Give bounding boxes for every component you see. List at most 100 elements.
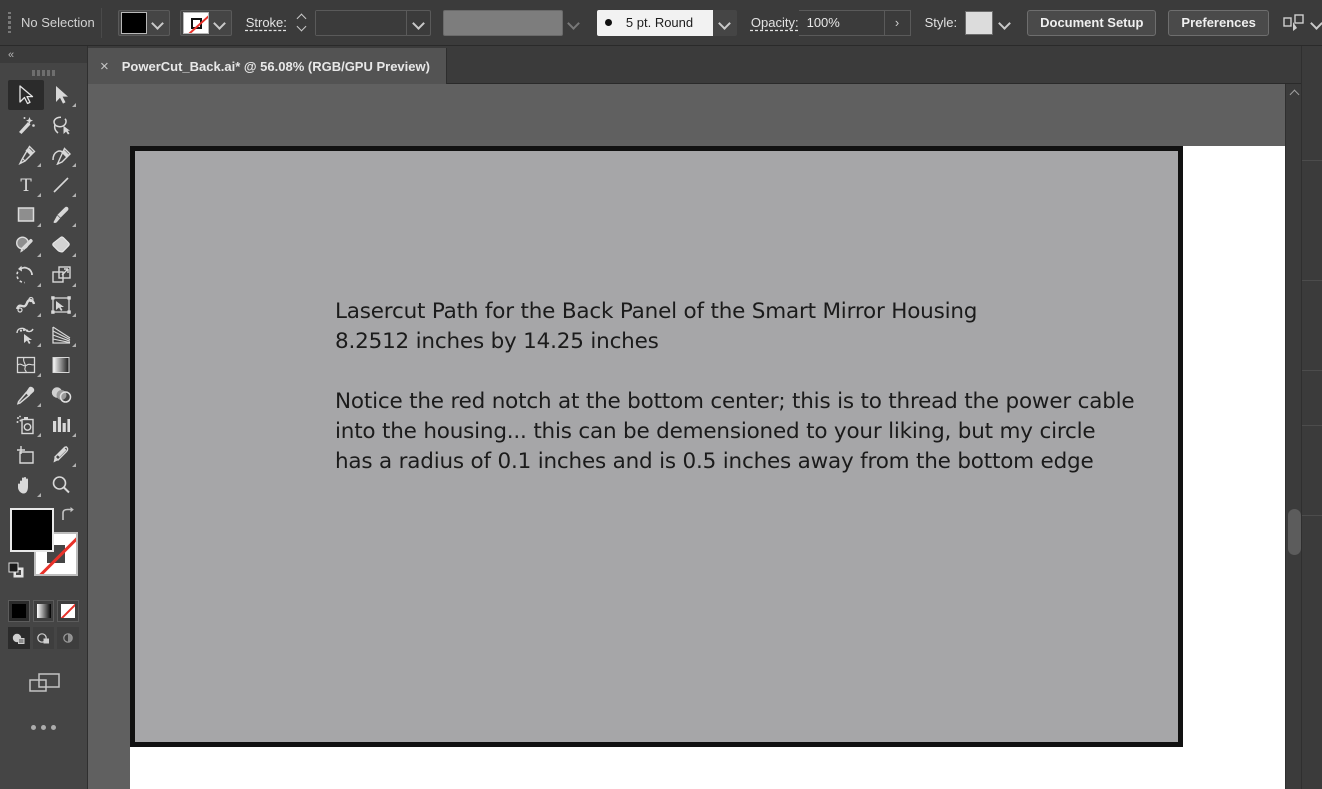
selection-arrow-icon — [19, 85, 33, 105]
dock-section[interactable] — [1302, 426, 1322, 516]
pen-tool[interactable] — [8, 140, 44, 170]
hand-tool[interactable] — [8, 470, 44, 500]
artwork-heading-text[interactable]: Lasercut Path for the Back Panel of the … — [335, 297, 977, 357]
brush-definition-combo[interactable]: 5 pt. Round — [596, 9, 737, 36]
none-mode-button[interactable] — [57, 600, 80, 622]
stroke-dropdown-button[interactable] — [209, 10, 231, 36]
opacity-input[interactable]: 100% — [798, 9, 885, 36]
edit-toolbar-button[interactable] — [8, 725, 79, 730]
control-bar-grip[interactable] — [3, 11, 15, 34]
red-notch-path[interactable] — [635, 785, 663, 789]
artboard[interactable]: Lasercut Path for the Back Panel of the … — [130, 146, 1183, 747]
stroke-profile-combo[interactable] — [442, 9, 563, 36]
eyedropper-tool[interactable] — [8, 380, 44, 410]
preferences-button[interactable]: Preferences — [1168, 9, 1269, 36]
tools-panel-grip[interactable] — [8, 66, 79, 80]
paintbrush-tool[interactable] — [44, 200, 80, 230]
artboard-tool[interactable] — [8, 440, 44, 470]
brush-preview[interactable]: 5 pt. Round — [596, 9, 713, 36]
gradient-tool[interactable] — [44, 350, 80, 380]
scroll-up-arrow[interactable] — [1286, 84, 1302, 100]
dock-section[interactable] — [1302, 371, 1322, 426]
scale-tool[interactable] — [44, 260, 80, 290]
stroke-inner-square-icon — [190, 17, 202, 29]
swap-fill-stroke-icon[interactable] — [59, 506, 77, 524]
width-tool[interactable] — [8, 290, 44, 320]
chevron-down-icon — [153, 18, 162, 27]
gradient-swatch-icon — [36, 604, 51, 618]
mesh-icon — [16, 356, 35, 374]
curvature-pen-icon — [52, 147, 71, 165]
align-objects-control[interactable] — [1283, 13, 1321, 32]
blend-tool[interactable] — [44, 380, 80, 410]
symbol-sprayer-tool[interactable] — [8, 410, 44, 440]
brush-dropdown-button[interactable] — [712, 9, 737, 36]
stepper-down-icon[interactable] — [297, 25, 306, 30]
dock-section[interactable] — [1302, 46, 1322, 161]
hand-icon — [17, 477, 28, 494]
canvas-area[interactable]: Lasercut Path for the Back Panel of the … — [88, 84, 1285, 789]
free-transform-tool[interactable] — [44, 290, 80, 320]
stroke-label[interactable]: Stroke: — [246, 15, 287, 30]
artwork-body-text[interactable]: Notice the red notch at the bottom cente… — [335, 387, 1135, 477]
default-fill-stroke-icon[interactable] — [8, 562, 26, 580]
perspective-grid-tool[interactable] — [44, 320, 80, 350]
fill-dropdown-button[interactable] — [147, 10, 169, 36]
column-graph-tool[interactable] — [44, 410, 80, 440]
eraser-tool[interactable] — [44, 230, 80, 260]
draw-inside-button[interactable] — [57, 627, 80, 649]
gradient-mode-button[interactable] — [32, 600, 55, 622]
stroke-profile-dropdown-button[interactable] — [563, 10, 585, 36]
selection-tool[interactable] — [8, 80, 44, 110]
rotate-icon — [16, 265, 34, 284]
stroke-weight-input[interactable] — [315, 10, 406, 35]
chevron-down-icon[interactable] — [1312, 18, 1321, 27]
type-tool[interactable]: T — [8, 170, 44, 200]
slice-tool[interactable] — [44, 440, 80, 470]
opacity-expand-button[interactable]: › — [884, 9, 911, 36]
document-setup-button[interactable]: Document Setup — [1027, 9, 1157, 36]
magic-wand-icon — [18, 117, 35, 134]
stroke-swatch[interactable] — [182, 11, 209, 34]
dock-section[interactable] — [1302, 281, 1322, 371]
shape-builder-icon — [16, 327, 34, 344]
draw-behind-button[interactable] — [32, 627, 55, 649]
curvature-tool[interactable] — [44, 140, 80, 170]
toolbar-fill-swatch[interactable] — [10, 508, 54, 552]
mesh-tool[interactable] — [8, 350, 44, 380]
stroke-color-group[interactable] — [179, 9, 232, 36]
style-label: Style: — [924, 15, 958, 30]
right-panel-dock[interactable] — [1301, 46, 1322, 789]
opacity-label[interactable]: Opacity: — [751, 15, 799, 30]
scale-icon — [52, 266, 71, 283]
stepper-up-icon[interactable] — [297, 15, 306, 20]
vertical-scrollbar[interactable] — [1285, 84, 1301, 789]
brush-definition-label: 5 pt. Round — [625, 15, 694, 30]
rectangle-tool[interactable] — [8, 200, 44, 230]
shaper-tool[interactable] — [8, 230, 44, 260]
vertical-scroll-thumb[interactable] — [1288, 509, 1301, 555]
change-screen-mode-button[interactable] — [8, 671, 79, 697]
draw-normal-button[interactable] — [8, 627, 30, 649]
rotate-tool[interactable] — [8, 260, 44, 290]
color-mode-button[interactable] — [8, 600, 30, 622]
dock-section[interactable] — [1302, 161, 1322, 281]
close-icon[interactable]: × — [100, 59, 109, 74]
graphic-style-swatch[interactable] — [965, 10, 994, 35]
document-tab-bar: × PowerCut_Back.ai* @ 56.08% (RGB/GPU Pr… — [88, 46, 1322, 84]
line-segment-tool[interactable] — [44, 170, 80, 200]
stroke-weight-dropdown-button[interactable] — [405, 10, 430, 35]
fill-color-group[interactable] — [117, 9, 170, 36]
document-tab[interactable]: × PowerCut_Back.ai* @ 56.08% (RGB/GPU Pr… — [88, 48, 447, 84]
collapse-tools-button[interactable]: « — [0, 46, 87, 63]
style-dropdown-button[interactable] — [993, 10, 1015, 36]
shape-builder-tool[interactable] — [8, 320, 44, 350]
stroke-weight-combo[interactable] — [314, 9, 431, 36]
zoom-tool[interactable] — [44, 470, 80, 500]
magic-wand-tool[interactable] — [8, 110, 44, 140]
fill-swatch[interactable] — [120, 11, 147, 34]
lasso-tool[interactable] — [44, 110, 80, 140]
stroke-weight-stepper[interactable] — [295, 10, 309, 36]
none-swatch-icon — [61, 604, 76, 618]
direct-selection-tool[interactable] — [44, 80, 80, 110]
